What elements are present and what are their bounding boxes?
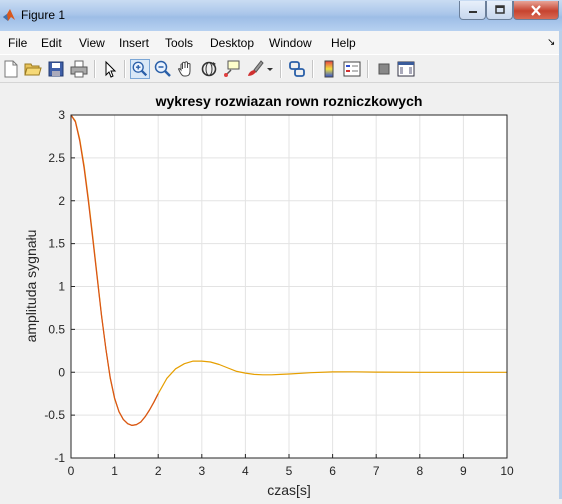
close-icon: [531, 4, 541, 16]
x-tick-label: 10: [500, 464, 514, 478]
x-tick-label: 5: [286, 464, 293, 478]
toolbar-separator: [94, 60, 96, 78]
menu-insert[interactable]: Insert: [119, 36, 149, 50]
menu-file[interactable]: File: [8, 36, 27, 50]
x-tick-label: 6: [329, 464, 336, 478]
maximize-icon: [494, 5, 505, 14]
menu-help[interactable]: Help: [331, 36, 356, 50]
brush-icon[interactable]: [245, 59, 265, 79]
matlab-logo-icon: [3, 9, 15, 21]
edit-plot-icon[interactable]: [100, 59, 120, 79]
x-tick-label: 1: [111, 464, 118, 478]
insert-colorbar-icon[interactable]: [319, 59, 339, 79]
pan-hand-icon[interactable]: [176, 59, 196, 79]
toolbar-separator: [124, 60, 126, 78]
figure-toolbar: [0, 54, 562, 83]
brush-dropdown-icon[interactable]: [264, 59, 276, 79]
x-tick-label: 2: [155, 464, 162, 478]
show-plot-tools-icon[interactable]: [396, 59, 416, 79]
figure-canvas: 0 1 2 3 4 5 6 7 8 9 10 3 2.5 2 1.5 1 0.5 0 -0.5 -1 wykresy…: [0, 83, 562, 499]
y-axis-label: amplituda sygnału: [23, 230, 39, 343]
y-tick-label: 1: [58, 280, 65, 294]
plot-axes[interactable]: 0 1 2 3 4 5 6 7 8 9 10 3 2.5 2 1.5 1 0.5 0 -0.5 -1 wykresy…: [0, 83, 562, 499]
x-tick-label: 4: [242, 464, 249, 478]
chart-title: wykresy rozwiazan rown rozniczkowych: [155, 93, 423, 109]
x-tick-label: 7: [373, 464, 380, 478]
close-button[interactable]: [513, 1, 559, 20]
y-tick-label: 3: [58, 108, 65, 122]
toolbar-separator: [280, 60, 282, 78]
minimize-icon: [468, 11, 477, 13]
x-tick-label: 3: [198, 464, 205, 478]
menu-bar: File Edit View Insert Tools Desktop Wind…: [0, 31, 562, 54]
rotate-3d-icon[interactable]: [199, 59, 219, 79]
zoom-in-icon[interactable]: [130, 59, 150, 79]
y-tick-label: 0: [58, 365, 65, 379]
y-tick-label: 0.5: [48, 322, 65, 336]
menu-window[interactable]: Window: [269, 36, 312, 50]
y-tick-label: -1: [54, 451, 65, 465]
y-tick-label: 1.5: [48, 237, 65, 251]
menu-view[interactable]: View: [79, 36, 105, 50]
y-tick-labels: 3 2.5 2 1.5 1 0.5 0 -0.5 -1: [44, 108, 75, 465]
zoom-out-icon[interactable]: [153, 59, 173, 79]
insert-legend-icon[interactable]: [342, 59, 362, 79]
window-titlebar: Figure 1: [0, 0, 562, 32]
y-tick-label: 2.5: [48, 151, 65, 165]
toolbar-separator: [312, 60, 314, 78]
menu-edit[interactable]: Edit: [41, 36, 62, 50]
y-tick-label: -0.5: [44, 408, 65, 422]
minimize-button[interactable]: [459, 1, 486, 20]
maximize-button[interactable]: [486, 1, 513, 20]
x-tick-label: 8: [416, 464, 423, 478]
data-cursor-icon[interactable]: [222, 59, 242, 79]
menu-tools[interactable]: Tools: [165, 36, 193, 50]
dock-arrow-icon[interactable]: ↘: [547, 37, 555, 48]
x-tick-label: 9: [460, 464, 467, 478]
x-axis-label: czas[s]: [267, 482, 311, 498]
y-tick-label: 2: [58, 194, 65, 208]
open-file-icon[interactable]: [23, 59, 43, 79]
x-tick-label: 0: [68, 464, 75, 478]
menu-desktop[interactable]: Desktop: [210, 36, 254, 50]
toolbar-separator: [367, 60, 369, 78]
new-figure-icon[interactable]: [1, 59, 21, 79]
link-plot-icon[interactable]: [287, 59, 307, 79]
window-title: Figure 1: [21, 8, 66, 22]
save-icon[interactable]: [46, 59, 66, 79]
print-icon[interactable]: [69, 59, 89, 79]
hide-plot-tools-icon[interactable]: [374, 59, 394, 79]
